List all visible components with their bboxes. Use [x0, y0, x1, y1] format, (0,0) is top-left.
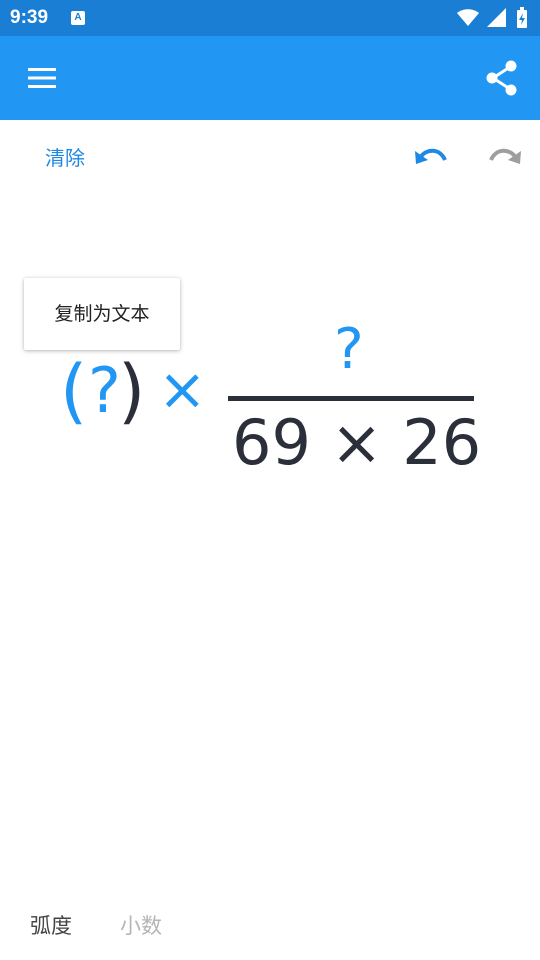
app-bar — [0, 36, 540, 120]
status-bar: 9:39 A — [0, 0, 540, 36]
mode-row: 弧度 小数 — [0, 900, 540, 950]
redo-button[interactable] — [484, 142, 524, 172]
undo-button[interactable] — [412, 142, 452, 172]
battery-icon — [517, 7, 527, 28]
redo-icon — [489, 148, 521, 164]
decimal-toggle[interactable]: 小数 — [120, 910, 162, 940]
close-paren: ) — [118, 350, 146, 432]
status-icons — [456, 6, 530, 30]
wifi-icon — [456, 9, 479, 26]
share-icon — [486, 60, 517, 96]
menu-button[interactable] — [22, 60, 62, 96]
notification-a-icon: A — [71, 11, 85, 25]
copy-as-text-menu[interactable]: 复制为文本 — [24, 278, 180, 350]
fraction-numerator[interactable]: ? — [334, 322, 364, 378]
clear-button[interactable]: 清除 — [45, 142, 85, 171]
multiply-operator: × — [158, 355, 207, 423]
fraction-denominator[interactable]: 69 × 26 — [232, 412, 481, 474]
status-time: 9:39 — [10, 7, 49, 28]
radian-toggle[interactable]: 弧度 — [30, 910, 72, 940]
open-paren: ( — [60, 350, 88, 432]
share-button[interactable] — [480, 56, 524, 100]
edit-toolbar: 清除 — [0, 120, 540, 192]
signal-icon — [486, 8, 506, 27]
undo-icon — [415, 148, 447, 164]
fraction-bar — [228, 396, 474, 401]
menu-icon — [28, 68, 56, 88]
placeholder-operand[interactable]: ? — [88, 360, 121, 422]
copy-as-text-label[interactable]: 复制为文本 — [54, 303, 149, 325]
